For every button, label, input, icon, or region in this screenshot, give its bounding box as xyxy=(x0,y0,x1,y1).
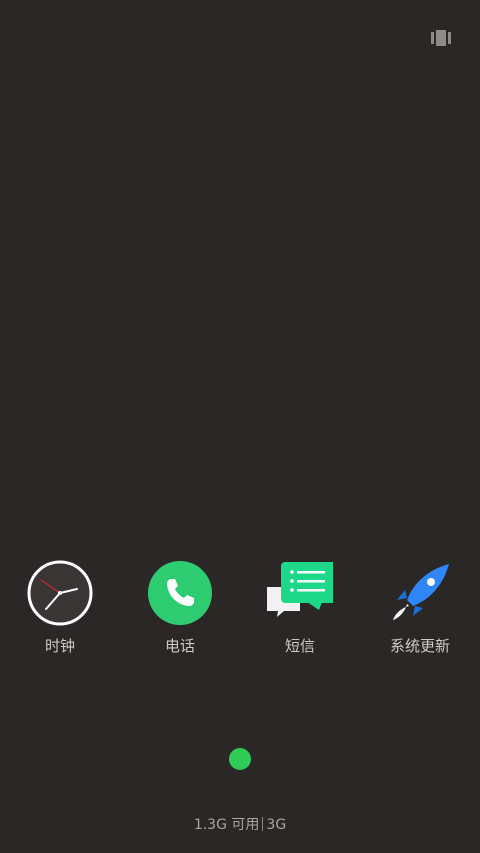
app-label-clock: 时钟 xyxy=(44,637,75,655)
app-clock[interactable]: 时钟 xyxy=(0,560,120,660)
memory-total: 3G xyxy=(266,817,287,833)
message-icon xyxy=(266,560,336,626)
page-indicator-dot xyxy=(229,748,251,770)
app-phone[interactable]: 电话 xyxy=(120,560,240,660)
app-label-system-update: 系统更新 xyxy=(389,637,450,655)
app-label-phone: 电话 xyxy=(164,637,195,655)
app-label-messages: 短信 xyxy=(284,637,315,655)
clock-icon xyxy=(27,560,93,626)
rocket-icon xyxy=(387,560,453,626)
memory-status[interactable]: 1.3G 可用 3G xyxy=(0,815,480,835)
memory-divider xyxy=(262,817,264,831)
app-dock: 时钟 电话 短信 系统更新 xyxy=(0,560,480,660)
app-messages[interactable]: 短信 xyxy=(240,560,360,660)
phone-icon xyxy=(147,560,213,626)
app-system-update[interactable]: 系统更新 xyxy=(360,560,480,660)
memory-available: 1.3G 可用 xyxy=(193,817,260,833)
layout-toggle-icon[interactable] xyxy=(431,30,451,46)
